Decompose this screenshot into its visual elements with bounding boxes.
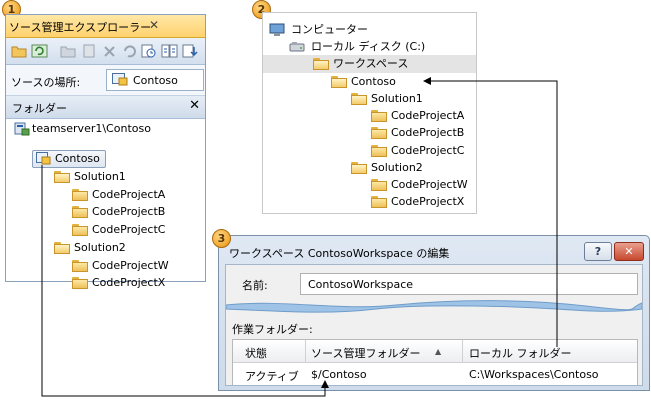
connector-source-to-dialog [41,165,329,397]
mapping-connectors [41,77,558,397]
connector-dialog-to-local [423,77,558,347]
step-badge-3: 3 [212,229,231,248]
